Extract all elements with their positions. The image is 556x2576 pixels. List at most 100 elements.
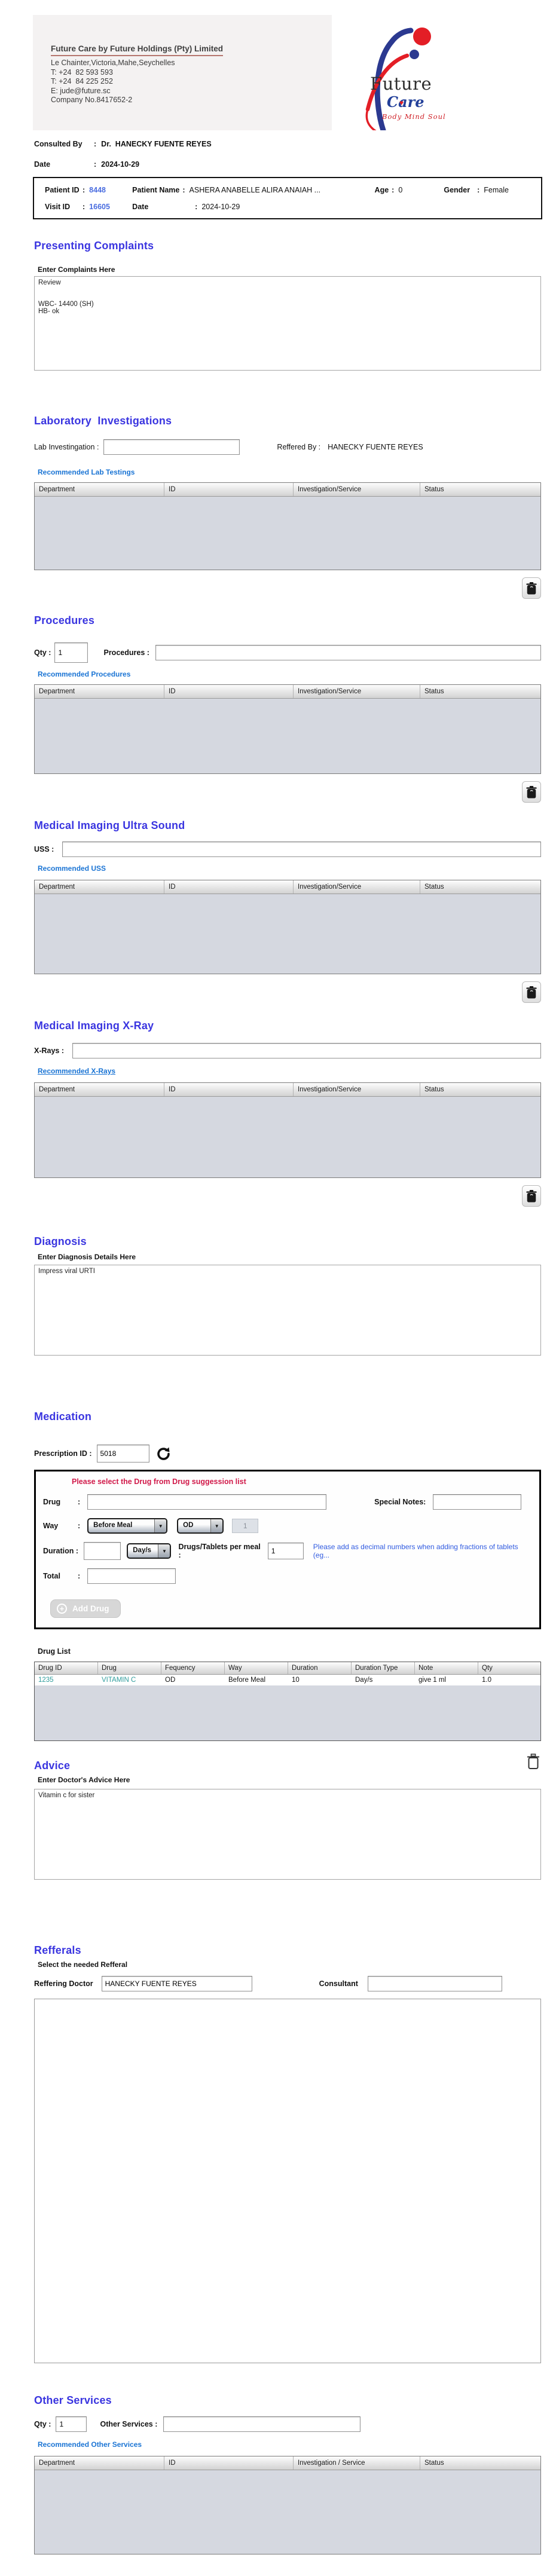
- complaints-label: Enter Complaints Here: [38, 265, 115, 274]
- other-services-heading: Other Services: [34, 2394, 112, 2406]
- uss-table: Department ID Investigation/Service Stat…: [34, 880, 541, 974]
- patient-gender-label: Gender: [444, 186, 471, 194]
- plus-icon: +: [57, 1604, 67, 1614]
- trash-icon: [526, 1189, 537, 1202]
- other-qty-input[interactable]: [56, 2416, 87, 2432]
- recommended-uss-link[interactable]: Recommended USS: [38, 864, 106, 873]
- refresh-prescription-button[interactable]: [155, 1446, 172, 1462]
- advice-textarea[interactable]: Vitamin c for sister: [34, 1789, 541, 1880]
- consult-date-label: Date: [34, 160, 51, 169]
- xray-input[interactable]: [72, 1043, 541, 1058]
- company-number: Company No.8417652-2: [51, 96, 133, 104]
- consultant-label: Consultant: [319, 1980, 358, 1988]
- recommended-procedures-link[interactable]: Recommended Procedures: [38, 670, 130, 678]
- visit-date-label: Date: [132, 203, 149, 211]
- fractions-note: Please add as decimal numbers when addin…: [313, 1543, 518, 1559]
- company-title: Future Care by Future Holdings (Pty) Lim…: [51, 44, 224, 56]
- consult-date-value: 2024-10-29: [101, 160, 140, 169]
- table-body: [35, 1097, 540, 1177]
- prescription-id-input[interactable]: [96, 1445, 149, 1463]
- patient-row-1: Patient ID : 8448 Patient Name : ASHERA …: [45, 186, 509, 194]
- ultrasound-heading: Medical Imaging Ultra Sound: [34, 819, 185, 831]
- lab-investigation-input[interactable]: [103, 439, 240, 455]
- refferal-sub-label: Select the needed Refferal: [38, 1960, 128, 1969]
- company-address: Le Chainter,Victoria,Mahe,Seychelles: [51, 59, 175, 67]
- reffering-doctor-input[interactable]: [101, 1976, 252, 1991]
- per-meal-input[interactable]: [267, 1543, 304, 1559]
- duration-row: Duration : Day/s ▼ Drugs/Tablets per mea…: [43, 1542, 531, 1560]
- logo-tagline: Body Mind Soul: [382, 112, 446, 121]
- table-header: Department ID Investigation / Service St…: [35, 2456, 540, 2470]
- heart-icon: ♥: [399, 99, 404, 107]
- advice-delete-button[interactable]: [524, 1751, 543, 1772]
- consulted-by-label: Consulted By: [34, 140, 83, 148]
- other-services-table: Department ID Investigation / Service St…: [34, 2456, 541, 2554]
- procedures-delete-button[interactable]: [522, 781, 541, 803]
- patient-id-label: Patient ID: [45, 186, 80, 194]
- total-label: Total: [43, 1572, 60, 1580]
- company-logo: Future Care ♥ Body Mind Soul: [332, 15, 459, 130]
- drug-table-row[interactable]: 1235 VITAMIN C OD Before Meal 10 Day/s g…: [35, 1675, 540, 1685]
- frequency-dropdown[interactable]: OD ▼: [177, 1518, 224, 1534]
- drug-input[interactable]: [87, 1494, 327, 1510]
- chevron-down-icon: ▼: [158, 1544, 170, 1558]
- reffering-doctor-label: Reffering Doctor: [34, 1980, 93, 1988]
- patient-name-value: ASHERA ANABELLE ALIRA ANAIAH ...: [189, 186, 321, 194]
- company-info: Future Care by Future Holdings (Pty) Lim…: [51, 44, 224, 105]
- prescription-id-label: Prescription ID :: [34, 1449, 92, 1458]
- procedures-qty-input[interactable]: [54, 643, 88, 663]
- consulted-by-value: Dr. HANECKY FUENTE REYES: [101, 140, 212, 148]
- other-services-label: Other Services :: [100, 2420, 158, 2428]
- trash-icon: [526, 582, 537, 594]
- way-dropdown[interactable]: Before Meal ▼: [87, 1518, 168, 1534]
- other-services-input[interactable]: [163, 2416, 361, 2432]
- patient-name-label: Patient Name: [132, 186, 180, 194]
- xray-table: Department ID Investigation/Service Stat…: [34, 1082, 541, 1178]
- refferal-list[interactable]: [34, 1999, 541, 2363]
- recommended-other-services-link[interactable]: Recommended Other Services: [38, 2440, 142, 2449]
- logo-word-care: Care: [387, 93, 424, 111]
- company-phone-1: T: +24 82 593 593: [51, 68, 113, 77]
- uss-input[interactable]: [62, 842, 541, 857]
- reffered-by-label: Reffered By :: [277, 443, 321, 451]
- patient-age-value: 0: [398, 186, 403, 194]
- diagnosis-heading: Diagnosis: [34, 1235, 87, 1247]
- drug-row: Drug : Special Notes :: [43, 1494, 531, 1510]
- way-qty-readonly: 1: [232, 1519, 259, 1533]
- total-input[interactable]: [87, 1568, 176, 1584]
- complaints-textarea[interactable]: Review WBC- 14400 (SH) HB- ok: [34, 276, 541, 371]
- lab-results-table: Department ID Investigation/Service Stat…: [34, 482, 541, 570]
- table-header: Department ID Investigation/Service Stat…: [35, 685, 540, 699]
- duration-type-dropdown[interactable]: Day/s ▼: [127, 1543, 172, 1559]
- special-notes-label: Special Notes: [374, 1498, 424, 1506]
- patient-info-bar: Patient ID : 8448 Patient Name : ASHERA …: [33, 177, 542, 219]
- total-row: Total :: [43, 1568, 531, 1584]
- special-notes-input[interactable]: [433, 1494, 522, 1510]
- consulted-by-row: Consulted By: Dr. HANECKY FUENTE REYES: [34, 140, 212, 148]
- way-label: Way: [43, 1522, 59, 1530]
- drug-list-table: Drug ID Drug Fequency Way Duration Durat…: [34, 1662, 541, 1741]
- table-header: Department ID Investigation/Service Stat…: [35, 1083, 540, 1097]
- diagnosis-label: Enter Diagnosis Details Here: [38, 1253, 136, 1261]
- table-body: [35, 699, 540, 773]
- diagnosis-textarea[interactable]: Impress viral URTI: [34, 1265, 541, 1356]
- procedures-heading: Procedures: [34, 614, 95, 626]
- table-header: Department ID Investigation/Service Stat…: [35, 483, 540, 497]
- refresh-icon: [157, 1447, 170, 1460]
- xray-delete-button[interactable]: [522, 1185, 541, 1207]
- trash-icon: [526, 986, 537, 998]
- drug-entry-panel: Please select the Drug from Drug suggess…: [34, 1470, 541, 1629]
- duration-input[interactable]: [84, 1542, 121, 1560]
- add-drug-button[interactable]: + Add Drug: [50, 1599, 121, 1618]
- recommended-xrays-link[interactable]: Recommended X-Rays: [38, 1067, 115, 1075]
- consultant-input[interactable]: [367, 1976, 502, 1991]
- drug-list-label: Drug List: [38, 1647, 71, 1656]
- drug-selection-note: Please select the Drug from Drug suggess…: [72, 1477, 246, 1486]
- procedures-input[interactable]: [155, 645, 541, 660]
- way-row: Way : Before Meal ▼ OD ▼ 1: [43, 1518, 531, 1534]
- lab-delete-button[interactable]: [522, 577, 541, 599]
- uss-delete-button[interactable]: [522, 981, 541, 1003]
- recommended-lab-testings-link[interactable]: Recommended Lab Testings: [38, 468, 135, 476]
- table-header: Drug ID Drug Fequency Way Duration Durat…: [35, 1662, 540, 1675]
- table-body: [35, 497, 540, 570]
